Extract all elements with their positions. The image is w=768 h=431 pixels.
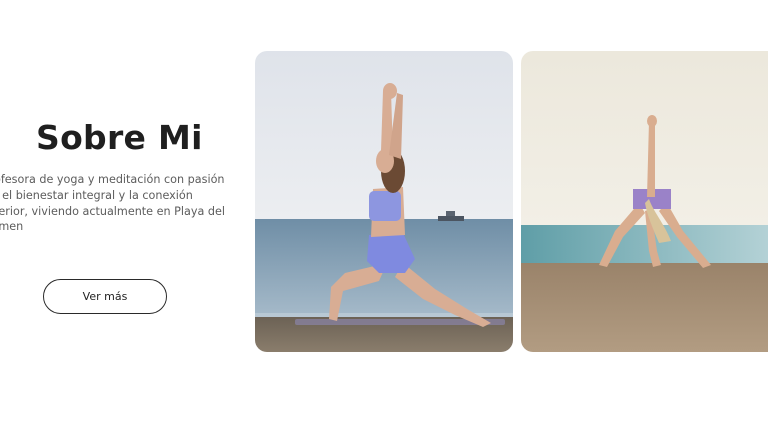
description-line: rmen	[0, 220, 24, 234]
yoga-photo-warrior-pose	[255, 51, 513, 352]
description-line: r el bienestar integral y la conexión	[0, 188, 193, 202]
yoga-photo-triangle-pose	[521, 51, 768, 352]
description-line: ofesora de yoga y meditación con pasión	[0, 173, 225, 186]
section-description: ofesora de yoga y meditación con pasión …	[0, 172, 225, 235]
see-more-button[interactable]: Ver más	[43, 279, 167, 314]
description-line: terior, viviendo actualmente en Playa de…	[0, 204, 225, 218]
section-title: Sobre Mi	[36, 118, 203, 157]
